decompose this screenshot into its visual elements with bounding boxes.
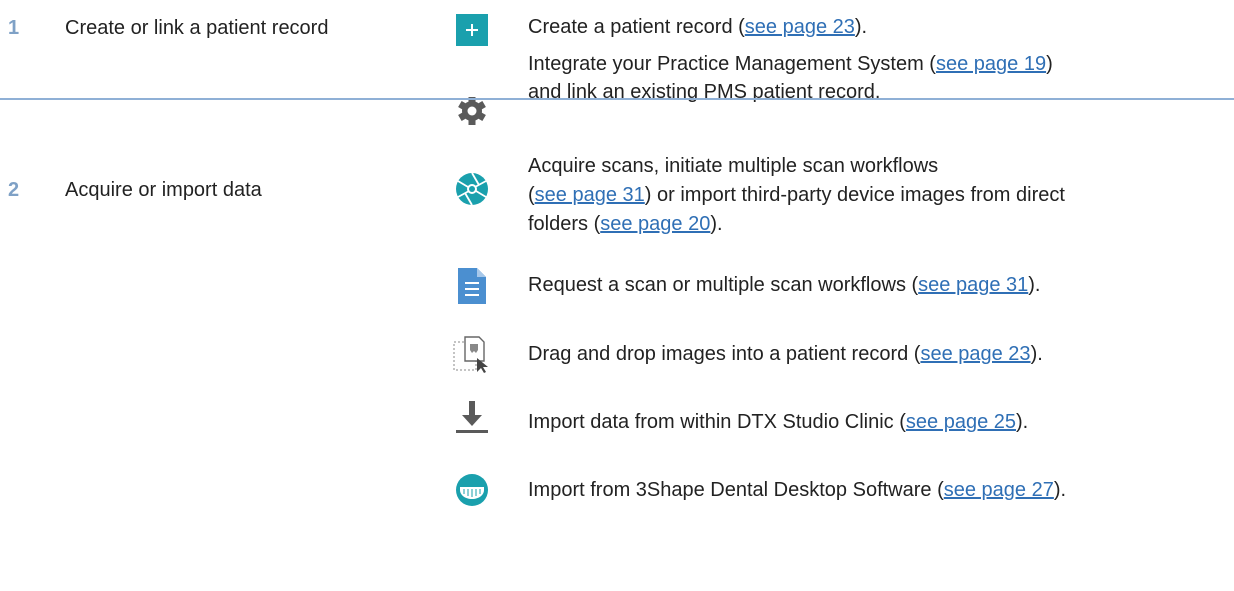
step-number: 2 — [8, 179, 20, 201]
dental-scan-icon[interactable] — [452, 470, 492, 510]
action-description: Import from 3Shape Dental Desktop Softwa… — [528, 479, 1067, 501]
page-link[interactable]: see page 23 — [920, 343, 1030, 365]
page-link[interactable]: see page 31 — [918, 274, 1028, 296]
action-description: Import data from within DTX Studio Clini… — [528, 411, 1029, 433]
action-description: Acquire scans, initiate multiple scan wo… — [528, 155, 1065, 235]
drag-drop-icon[interactable] — [452, 335, 492, 375]
step-title: Acquire or import data — [65, 179, 262, 201]
action-description: Request a scan or multiple scan workflow… — [528, 274, 1041, 296]
step-title: Create or link a patient record — [65, 17, 329, 39]
aperture-icon[interactable] — [452, 169, 492, 209]
action-description: Drag and drop images into a patient reco… — [528, 343, 1043, 365]
section-divider — [0, 98, 1234, 100]
plus-icon[interactable] — [452, 10, 492, 50]
page-link[interactable]: see page 31 — [535, 184, 645, 206]
download-icon[interactable] — [452, 397, 492, 437]
page-link[interactable]: see page 27 — [944, 479, 1054, 501]
document-icon[interactable] — [452, 266, 492, 306]
page-link[interactable]: see page 25 — [906, 411, 1016, 433]
step-number: 1 — [8, 17, 20, 39]
action-description: Create a patient record (see page 23). — [528, 16, 868, 38]
gear-icon[interactable] — [452, 91, 492, 131]
page-link[interactable]: see page 23 — [745, 16, 855, 38]
page-link[interactable]: see page 20 — [600, 213, 710, 235]
page-link[interactable]: see page 19 — [936, 53, 1046, 75]
